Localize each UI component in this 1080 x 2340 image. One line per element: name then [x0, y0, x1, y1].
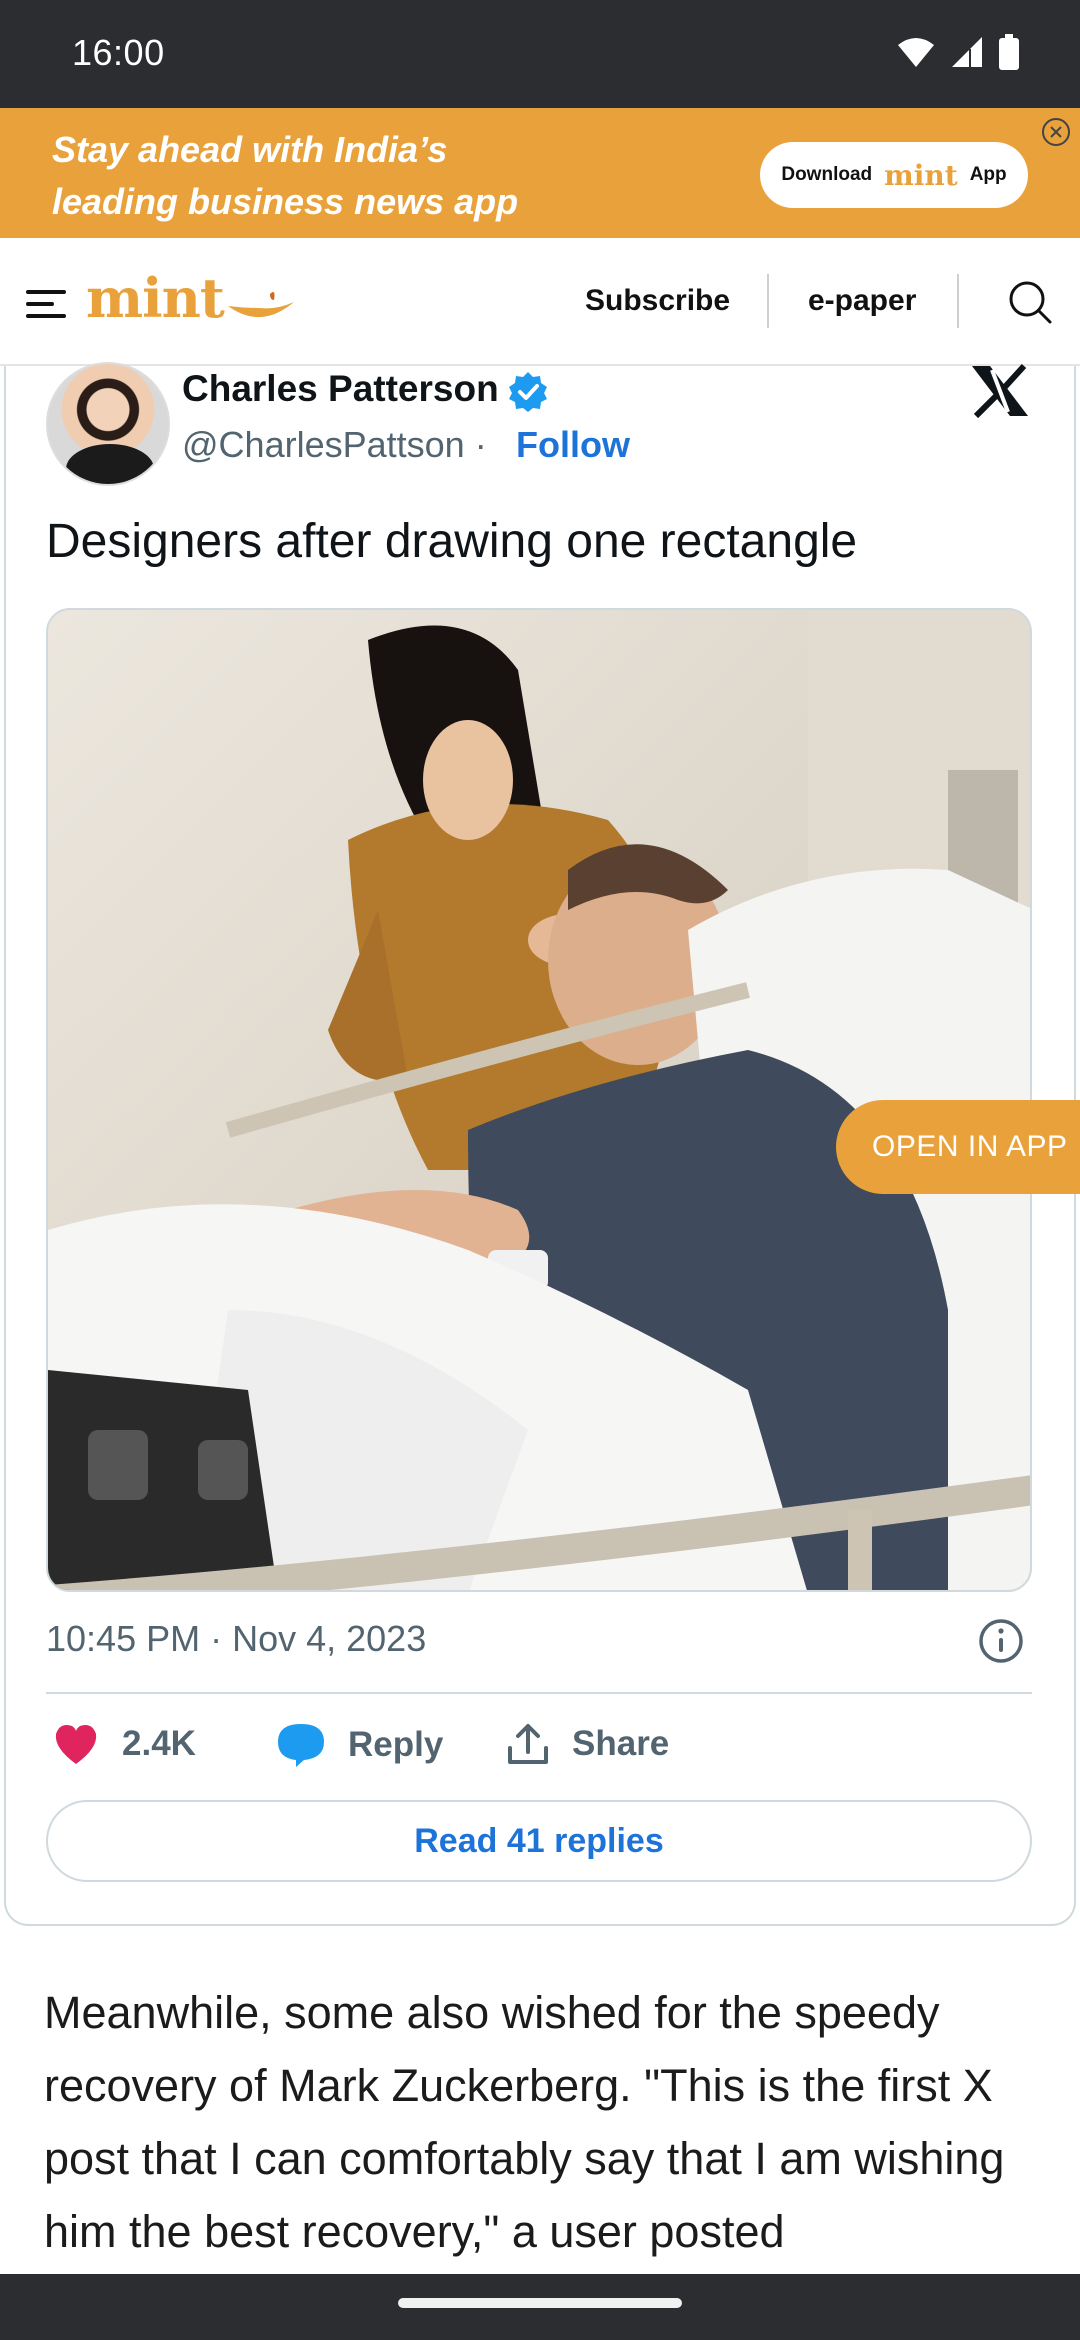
- promo-line-1: Stay ahead with India’s: [52, 129, 448, 170]
- article-paragraph: Meanwhile, some also wished for the spee…: [44, 1987, 1005, 2257]
- read-replies-button[interactable]: Read 41 replies: [46, 1800, 1032, 1882]
- share-action[interactable]: Share: [506, 1722, 669, 1766]
- handle-separator: ·: [464, 424, 487, 465]
- signal-icon: [952, 37, 982, 67]
- divider: [957, 274, 959, 328]
- system-nav-bar: [0, 2274, 1080, 2340]
- x-logo-icon[interactable]: [970, 364, 1030, 418]
- site-header: mint Subscribe e-paper: [0, 238, 1080, 366]
- tweet-handle[interactable]: @CharlesPattson ·: [182, 424, 487, 466]
- follow-link[interactable]: Follow: [516, 424, 630, 466]
- mint-logo[interactable]: mint: [86, 266, 225, 330]
- verified-badge-icon: [509, 372, 547, 412]
- tweet-timestamp[interactable]: 10:45 PM · Nov 4, 2023: [46, 1618, 426, 1660]
- download-brand: mint: [884, 158, 958, 192]
- menu-icon[interactable]: [26, 288, 68, 320]
- status-bar: 16:00: [0, 0, 1080, 108]
- diya-logo-icon: [228, 292, 294, 318]
- status-icons: [896, 34, 1020, 70]
- battery-icon: [999, 34, 1019, 70]
- subscribe-link[interactable]: Subscribe: [585, 284, 730, 318]
- tweet-text: Designers after drawing one rectangle: [46, 515, 858, 568]
- status-time: 16:00: [72, 32, 165, 73]
- search-icon[interactable]: [1006, 278, 1054, 326]
- open-in-app-button[interactable]: OPEN IN APP: [836, 1100, 1080, 1194]
- like-count: 2.4K: [122, 1724, 196, 1763]
- divider: [767, 274, 769, 328]
- close-icon[interactable]: [1040, 116, 1072, 148]
- promo-text: Stay ahead with India’s leading business…: [52, 124, 518, 228]
- handle-text: @CharlesPattson: [182, 424, 465, 465]
- info-icon[interactable]: [978, 1618, 1024, 1664]
- epaper-link[interactable]: e-paper: [808, 284, 916, 318]
- wifi-icon: [898, 38, 934, 67]
- reply-action[interactable]: Reply: [276, 1722, 443, 1768]
- heart-icon: [55, 1725, 97, 1764]
- tweet-author-name[interactable]: Charles Patterson: [182, 368, 499, 410]
- avatar[interactable]: [46, 362, 170, 486]
- download-label: Download: [781, 164, 873, 185]
- home-gesture-handle[interactable]: [398, 2298, 682, 2308]
- share-icon: [508, 1724, 548, 1764]
- share-label: Share: [572, 1724, 670, 1763]
- reply-bubble-icon: [278, 1724, 324, 1767]
- divider: [46, 1692, 1032, 1694]
- like-action[interactable]: 2.4K: [52, 1722, 196, 1766]
- download-app-label: App: [969, 164, 1007, 185]
- reply-label: Reply: [348, 1725, 444, 1764]
- download-app-button[interactable]: Download mint App: [760, 142, 1028, 208]
- promo-line-2: leading business news app: [52, 181, 519, 222]
- app-promo-banner[interactable]: Stay ahead with India’s leading business…: [0, 108, 1080, 238]
